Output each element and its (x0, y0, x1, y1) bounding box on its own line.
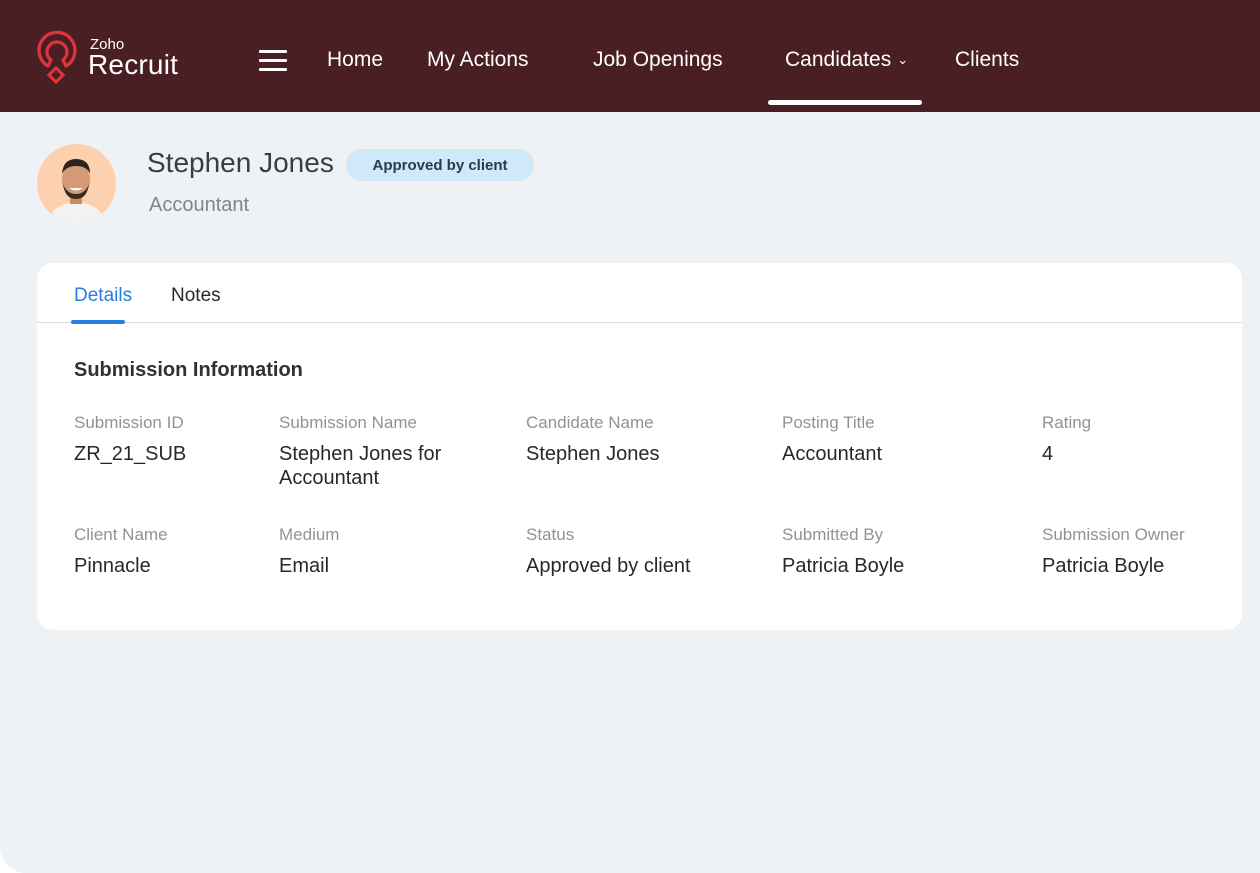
nav-item-job-openings[interactable]: Job Openings (593, 48, 723, 72)
field-label: Status (526, 525, 575, 544)
field-value: 4 (1042, 443, 1054, 465)
tab-notes[interactable]: Notes (171, 285, 221, 307)
field-label: Rating (1042, 413, 1092, 432)
field-value: Accountant (782, 443, 883, 465)
status-badge: Approved by client (346, 149, 534, 181)
tab-details[interactable]: Details (74, 285, 132, 307)
field-label: Submission ID (74, 413, 184, 432)
field-label: Submitted By (782, 525, 884, 544)
top-navigation-bar: Zoho Recruit Home My Actions Job Opening… (0, 0, 1260, 112)
field-submission-owner: Submission Owner Patricia Boyle (1042, 525, 1237, 578)
field-submitted-by: Submitted By Patricia Boyle (782, 525, 1022, 578)
field-value: ZR_21_SUB (74, 443, 187, 465)
field-rating: Rating 4 (1042, 413, 1232, 466)
nav-item-candidates[interactable]: Candidates ⌄ (785, 48, 908, 72)
nav-item-label: Job Openings (593, 48, 723, 71)
field-label: Submission Name (279, 413, 417, 432)
field-status: Status Approved by client (526, 525, 766, 578)
candidate-name: Stephen Jones (147, 147, 334, 178)
field-medium: Medium Email (279, 525, 479, 578)
chevron-down-icon[interactable]: ⌄ (897, 52, 908, 68)
nav-item-home[interactable]: Home (327, 48, 383, 72)
nav-item-clients[interactable]: Clients (955, 48, 1019, 72)
field-label: Medium (279, 525, 340, 544)
tab-divider (37, 322, 1242, 323)
candidate-avatar (37, 144, 116, 223)
field-label: Candidate Name (526, 413, 654, 432)
field-submission-name: Submission Name Stephen Jones for Accoun… (279, 413, 479, 490)
field-label: Submission Owner (1042, 525, 1185, 544)
candidate-photo-icon (47, 159, 106, 223)
field-value: Patricia Boyle (782, 555, 905, 577)
nav-item-label: My Actions (427, 48, 529, 71)
active-tab-indicator (71, 320, 125, 324)
nav-item-label: Candidates (785, 48, 892, 71)
field-value: Approved by client (526, 555, 691, 577)
field-value: Stephen Jones for Accountant (279, 443, 442, 489)
nav-item-label: Home (327, 48, 384, 71)
field-value: Email (279, 555, 330, 577)
field-submission-id: Submission ID ZR_21_SUB (74, 413, 264, 466)
nav-item-label: Clients (955, 48, 1020, 71)
active-nav-indicator (768, 100, 922, 105)
logo-icon (37, 30, 77, 85)
nav-item-my-actions[interactable]: My Actions (427, 48, 529, 72)
brand-large-text: Recruit (88, 49, 179, 80)
field-label: Client Name (74, 525, 168, 544)
zoho-recruit-logo[interactable]: Zoho Recruit (34, 30, 194, 86)
field-client-name: Client Name Pinnacle (74, 525, 264, 578)
candidate-title: Accountant (149, 194, 250, 216)
field-posting-title: Posting Title Accountant (782, 413, 1022, 466)
field-value: Stephen Jones (526, 443, 660, 465)
hamburger-menu-icon[interactable] (259, 50, 287, 72)
field-value: Pinnacle (74, 555, 151, 577)
details-card: Details Notes Submission Information Sub… (37, 263, 1242, 630)
field-value: Patricia Boyle (1042, 555, 1165, 577)
field-label: Posting Title (782, 413, 875, 432)
page: Zoho Recruit Home My Actions Job Opening… (0, 0, 1260, 873)
section-title: Submission Information (74, 359, 303, 381)
field-candidate-name: Candidate Name Stephen Jones (526, 413, 766, 466)
